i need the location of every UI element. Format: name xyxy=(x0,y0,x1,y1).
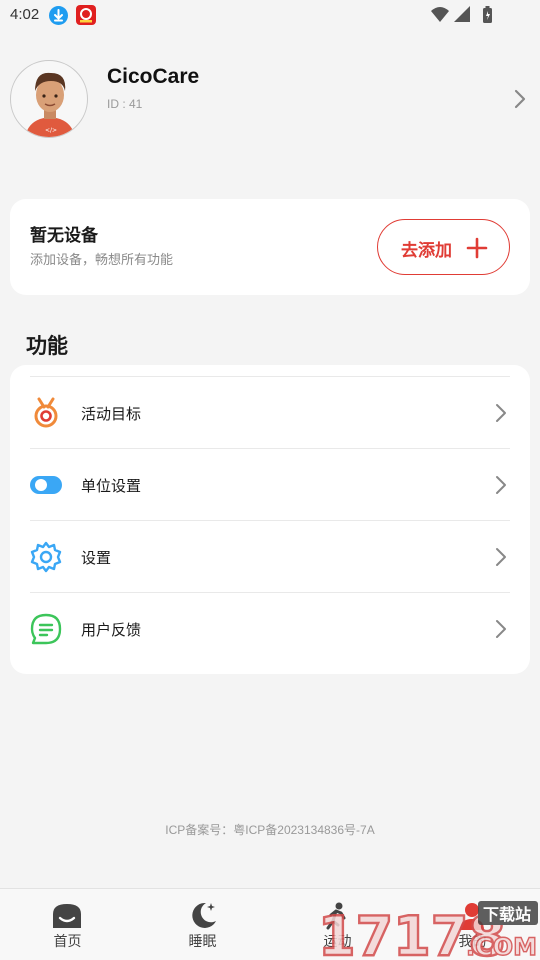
function-label: 设置 xyxy=(81,549,112,567)
status-time: 4:02 xyxy=(10,6,40,23)
wifi-icon xyxy=(431,7,449,22)
download-icon xyxy=(49,6,68,25)
add-device-label: 去添加 xyxy=(401,241,452,261)
moon-icon xyxy=(186,901,218,931)
signal-icon xyxy=(454,6,470,22)
status-indicators xyxy=(430,5,510,25)
medal-icon xyxy=(30,397,62,429)
functions-card: 活动目标 单位设置 设置 用户反馈 xyxy=(10,365,530,674)
toggle-icon xyxy=(30,469,62,501)
nav-label: 睡眠 xyxy=(188,934,217,950)
icp-record: ICP备案号：粤ICP备2023134836号-7A xyxy=(165,823,375,837)
chevron-right-icon xyxy=(494,402,508,424)
battery-icon xyxy=(483,6,492,23)
function-label: 单位设置 xyxy=(81,477,142,495)
device-title: 暂无设备 xyxy=(30,226,98,246)
chevron-right-icon[interactable] xyxy=(512,88,528,110)
home-icon xyxy=(51,901,83,931)
user-name: CicoCare xyxy=(107,65,200,88)
chevron-right-icon xyxy=(494,474,508,496)
watermark-suffix: .COM xyxy=(466,933,537,960)
function-item-unit-settings[interactable]: 单位设置 xyxy=(10,449,530,521)
gear-icon xyxy=(30,541,62,573)
chevron-right-icon xyxy=(494,546,508,568)
chevron-right-icon xyxy=(494,618,508,640)
nav-sleep[interactable]: 睡眠 xyxy=(135,889,270,960)
function-item-settings[interactable]: 设置 xyxy=(10,521,530,593)
function-item-activity-goal[interactable]: 活动目标 xyxy=(10,377,530,449)
function-label: 活动目标 xyxy=(81,405,142,423)
add-device-button[interactable]: 去添加 xyxy=(377,219,510,275)
user-id: ID : 41 xyxy=(107,97,143,111)
svg-text:</>: </> xyxy=(45,127,57,134)
device-card: 暂无设备 添加设备，畅想所有功能 去添加 xyxy=(10,199,530,295)
status-bar: 4:02 xyxy=(0,0,540,32)
nav-label: 首页 xyxy=(53,934,82,950)
section-title: 功能 xyxy=(26,334,68,358)
profile-header[interactable]: </> CicoCare ID : 41 xyxy=(10,60,530,140)
function-label: 用户反馈 xyxy=(81,621,142,639)
device-subtitle: 添加设备，畅想所有功能 xyxy=(30,253,174,268)
watermark-logo: 17178 下载站 .COM xyxy=(316,897,540,960)
function-item-feedback[interactable]: 用户反馈 xyxy=(10,593,530,665)
nav-home[interactable]: 首页 xyxy=(0,889,135,960)
app-notification-icon xyxy=(76,5,96,25)
avatar[interactable]: </> xyxy=(10,60,88,138)
plus-icon xyxy=(466,237,488,259)
feedback-icon xyxy=(30,613,62,645)
watermark-tag: 下载站 xyxy=(483,905,531,924)
